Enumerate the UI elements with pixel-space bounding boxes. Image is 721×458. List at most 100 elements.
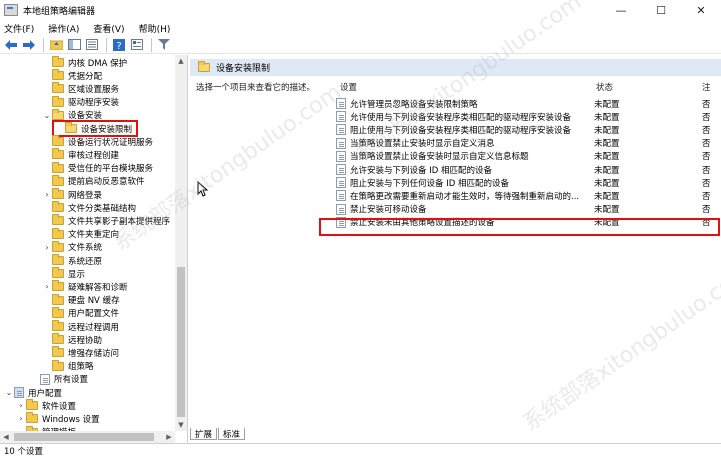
tree-item-label: 设备运行状况证明服务 (68, 137, 154, 148)
collapse-chevron-icon (30, 374, 40, 384)
tree-item-label: 显示 (68, 269, 86, 280)
folder-icon (52, 56, 64, 67)
back-button[interactable] (3, 37, 19, 53)
tree-item[interactable]: 提前启动反恶意软件 (42, 174, 145, 188)
folder-icon (52, 148, 64, 160)
folder-icon (52, 227, 64, 239)
close-button[interactable]: ✕ (681, 0, 721, 20)
show-hide-tree-button[interactable] (66, 37, 82, 53)
column-header-state[interactable]: 状态 (596, 81, 613, 93)
back-arrow-icon (5, 39, 17, 50)
filter-icon (158, 39, 170, 50)
policy-row[interactable]: 允许管理员忽略设备安装限制策略 未配置 否 (336, 97, 721, 110)
tab-standard[interactable]: 标准 (218, 428, 246, 440)
tree-item[interactable]: 用户配置文件 (42, 306, 119, 320)
tree-item-label: 审核过程创建 (68, 150, 120, 161)
tree-item[interactable]: 远程协助 (42, 333, 102, 346)
all-settings-icon (40, 373, 50, 385)
tree-item-label: 用户配置 (28, 388, 63, 399)
export-list-button[interactable] (84, 37, 100, 53)
folder-icon (52, 174, 64, 186)
expand-chevron-icon[interactable]: ⌄ (42, 110, 52, 120)
menu-view[interactable]: 查看(V) (93, 22, 124, 35)
collapse-chevron-icon[interactable]: › (42, 242, 52, 252)
folder-icon (198, 61, 210, 72)
tree-item[interactable]: 显示 (42, 267, 85, 280)
column-header-setting[interactable]: 设置 (340, 81, 357, 93)
collapse-chevron-icon (55, 124, 65, 134)
forward-button[interactable] (21, 37, 37, 53)
collapse-chevron-icon[interactable]: › (42, 190, 52, 200)
scroll-up-icon[interactable]: ▲ (175, 55, 187, 67)
tree-item[interactable]: 受信任的平台模块服务 (42, 161, 153, 175)
tree-item[interactable]: 所有设置 (30, 373, 88, 386)
tree-item[interactable]: 远程过程调用 (42, 320, 119, 333)
window-title: 本地组策略编辑器 (23, 6, 96, 17)
policy-row[interactable]: 阻止使用与下列设备安装程序类相匹配的驱动程序安装设备 未配置 否 (336, 123, 721, 136)
minimize-button[interactable]: — (601, 0, 641, 20)
menu-action[interactable]: 操作(A) (48, 22, 79, 35)
tree-item[interactable]: › 疑难解答和诊断 (42, 280, 128, 293)
collapse-chevron-icon[interactable]: › (16, 414, 26, 424)
tree-item[interactable]: › 网络登录 (42, 188, 102, 201)
collapse-chevron-icon (42, 308, 52, 318)
tree-item[interactable]: 审核过程创建 (42, 148, 119, 161)
tree-item[interactable]: 硬盘 NV 缓存 (42, 293, 120, 307)
policy-row[interactable]: 在策略更改需要重新启动才能生效时，等待强制重新启动的... 未配置 否 (336, 189, 721, 202)
tree-vertical-scrollbar[interactable]: ▲ ▼ (175, 55, 187, 431)
tree-item[interactable]: 增强存储访问 (42, 346, 119, 359)
tree-item[interactable]: 驱动程序安装 (42, 95, 119, 109)
folder-icon (52, 280, 64, 292)
column-header-note[interactable]: 注 (702, 81, 711, 93)
tree-item-label: Windows 设置 (42, 414, 100, 425)
expand-chevron-icon[interactable]: ⌄ (4, 388, 14, 398)
policy-state: 未配置 (594, 178, 620, 189)
policy-state: 未配置 (594, 191, 620, 202)
properties-button[interactable] (129, 37, 145, 53)
tree-item[interactable]: 内核 DMA 保护 (42, 56, 127, 69)
tree-item[interactable]: ⌄ 用户配置 (4, 386, 62, 399)
policy-row[interactable]: 当策略设置禁止安装时显示自定义消息 未配置 否 (336, 137, 721, 150)
folder-icon (52, 69, 64, 81)
tree-item[interactable]: 区域设置服务 (42, 82, 119, 95)
menu-help[interactable]: 帮助(H) (139, 22, 171, 35)
collapse-chevron-icon[interactable]: › (42, 282, 52, 292)
collapse-chevron-icon (42, 150, 52, 160)
tree-item[interactable]: 设备运行状况证明服务 (42, 135, 153, 148)
scroll-down-icon[interactable]: ▼ (175, 419, 187, 431)
scroll-left-icon[interactable]: ◀ (0, 431, 12, 443)
policy-row[interactable]: 禁止安装可移动设备 未配置 否 (336, 203, 721, 216)
tree-item-label: 疑难解答和诊断 (68, 282, 128, 293)
tree-item[interactable]: 系统还原 (42, 254, 102, 267)
tree-item[interactable]: › 软件设置 (16, 399, 76, 412)
scroll-thumb[interactable] (177, 267, 185, 417)
policy-row[interactable]: 允许使用与下列设备安装程序类相匹配的驱动程序安装设备 未配置 否 (336, 110, 721, 123)
forward-arrow-icon (23, 39, 35, 50)
scroll-right-icon[interactable]: ▶ (163, 431, 175, 443)
tree-item[interactable]: 组策略 (42, 359, 94, 373)
policy-row[interactable]: 当策略设置禁止设备安装时显示自定义信息标题 未配置 否 (336, 150, 721, 163)
scroll-thumb[interactable] (14, 433, 154, 441)
help-button[interactable]: ? (111, 37, 127, 53)
tree-item[interactable]: 文件夹重定向 (42, 227, 119, 241)
up-folder-button[interactable] (48, 37, 64, 53)
tree-horizontal-scrollbar[interactable]: ◀ ▶ (0, 431, 175, 443)
menu-file[interactable]: 文件(F) (4, 22, 34, 35)
policy-state: 未配置 (594, 139, 620, 150)
tree-item[interactable]: 文件共享影子副本提供程序 (42, 214, 170, 227)
policy-row[interactable]: 允许安装与下列设备 ID 相匹配的设备 未配置 否 (336, 163, 721, 176)
tree-item[interactable]: 文件分类基础结构 (42, 201, 136, 214)
policy-row[interactable]: 阻止安装与下列任何设备 ID 相匹配的设备 未配置 否 (336, 176, 721, 189)
tree-item-label: 设备安装限制 (81, 124, 133, 135)
policy-setting-icon (336, 150, 346, 162)
tree-item[interactable]: › 文件系统 (42, 240, 102, 254)
view-tabs: 扩展 标准 (190, 426, 246, 440)
tree-item-label: 软件设置 (42, 401, 77, 412)
annotation-highlight-box (319, 218, 720, 236)
filter-button[interactable] (156, 37, 172, 53)
tab-extended[interactable]: 扩展 (190, 428, 218, 440)
tree-item[interactable]: 凭据分配 (42, 69, 102, 82)
tree-item[interactable]: › Windows 设置 (16, 412, 100, 425)
collapse-chevron-icon[interactable]: › (16, 401, 26, 411)
maximize-button[interactable]: ☐ (641, 0, 681, 20)
